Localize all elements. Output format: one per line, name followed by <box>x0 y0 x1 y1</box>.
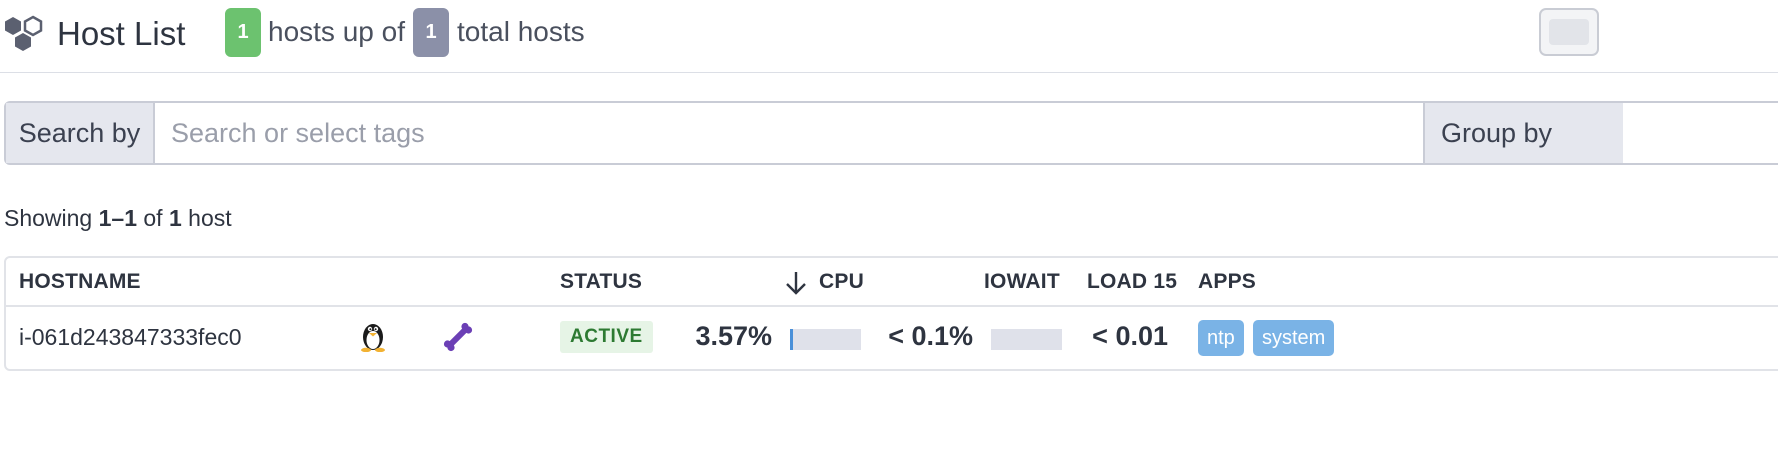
showing-count-text: Showing 1–1 of 1 host <box>4 203 232 233</box>
column-header-iowait[interactable]: IOWAIT <box>984 270 1060 294</box>
iowait-value: < 0.1% <box>888 321 973 351</box>
cpu-usage-bar <box>790 329 861 350</box>
total-hosts-text: total hosts <box>457 16 585 47</box>
total-hosts-badge: 1 <box>413 8 449 57</box>
group-by-button[interactable]: Group by <box>1423 103 1623 163</box>
column-header-load15[interactable]: LOAD 15 <box>1087 270 1177 294</box>
app-tag-ntp[interactable]: ntp <box>1198 320 1244 356</box>
showing-count: 1 <box>168 205 182 231</box>
load15-value: < 0.01 <box>1092 321 1168 351</box>
hostname-link[interactable]: i-061d243847333fec0 <box>19 322 242 352</box>
search-input[interactable] <box>157 103 1425 163</box>
linux-penguin-icon <box>361 324 385 352</box>
showing-prefix: Showing <box>4 205 93 231</box>
status-badge: ACTIVE <box>560 321 653 353</box>
column-header-status[interactable]: STATUS <box>560 270 642 294</box>
hosts-up-text: hosts up of <box>268 16 405 47</box>
search-bar: Search by Group by <box>4 101 1778 165</box>
column-header-cpu[interactable]: CPU <box>819 270 864 294</box>
cpu-value: 3.57% <box>695 321 772 351</box>
table-header: HOSTNAME STATUS CPU IOWAIT LOAD 15 APPS <box>6 258 1778 307</box>
column-header-apps[interactable]: APPS <box>1198 270 1256 294</box>
showing-suffix: host <box>188 205 232 231</box>
page-header: Host List 1 hosts up of 1 total hosts <box>0 0 1778 73</box>
hosts-up-badge: 1 <box>225 8 261 57</box>
view-toggle-button[interactable] <box>1539 8 1599 56</box>
sort-descending-icon[interactable] <box>784 270 808 296</box>
cpu-usage-bar-fill <box>790 329 793 350</box>
view-toggle-knob <box>1549 19 1589 45</box>
hexagons-logo-icon <box>5 15 43 51</box>
host-table: HOSTNAME STATUS CPU IOWAIT LOAD 15 APPS … <box>4 256 1778 371</box>
column-header-hostname[interactable]: HOSTNAME <box>19 270 141 294</box>
iowait-usage-bar <box>991 329 1062 350</box>
showing-range: 1–1 <box>98 205 137 231</box>
page-title: Host List <box>57 15 186 52</box>
app-tag-system[interactable]: system <box>1253 320 1335 356</box>
search-by-button[interactable]: Search by <box>6 103 155 163</box>
showing-of: of <box>143 205 163 231</box>
bone-icon <box>443 322 473 352</box>
